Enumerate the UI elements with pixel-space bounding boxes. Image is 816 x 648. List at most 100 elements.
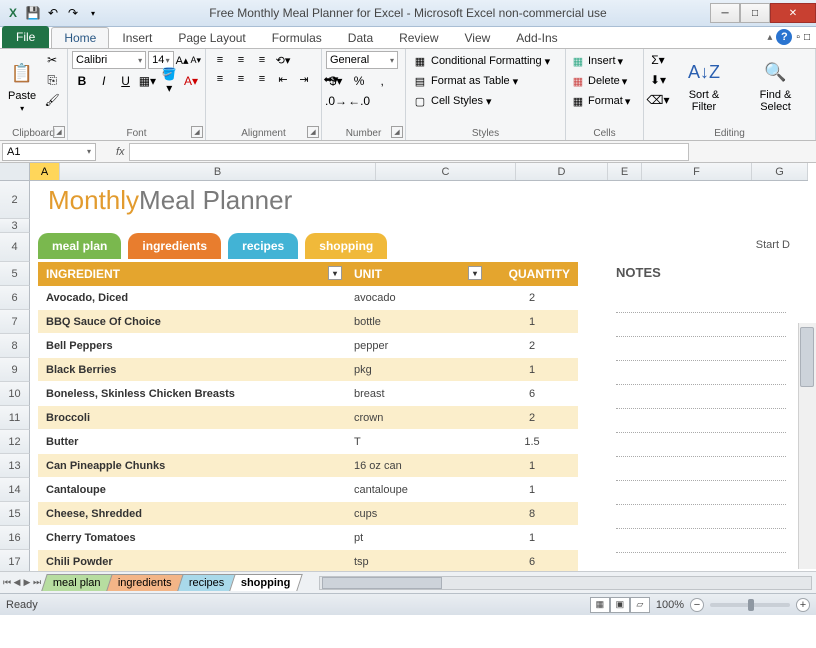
cell-ingredient[interactable]: Broccoli bbox=[38, 412, 346, 424]
align-left-icon[interactable]: ≡ bbox=[210, 70, 230, 88]
table-row[interactable]: Can Pineapple Chunks16 oz can1 bbox=[38, 454, 578, 478]
format-cell-button[interactable]: ▦Format ▾ bbox=[570, 91, 639, 111]
bold-button[interactable]: B bbox=[72, 71, 92, 91]
table-row[interactable]: Bell Pepperspepper2 bbox=[38, 334, 578, 358]
row-10[interactable]: 10 bbox=[0, 382, 30, 406]
cell-unit[interactable]: breast bbox=[346, 388, 486, 400]
minimize-button[interactable]: ─ bbox=[710, 3, 740, 23]
fx-label[interactable]: fx bbox=[116, 146, 125, 158]
currency-icon[interactable]: $▾ bbox=[326, 71, 346, 91]
alignment-launcher[interactable]: ◢ bbox=[307, 126, 319, 138]
header-quantity[interactable]: QUANTITY bbox=[486, 262, 578, 286]
row-4[interactable]: 4 bbox=[0, 233, 30, 262]
cell-unit[interactable]: avocado bbox=[346, 292, 486, 304]
col-A[interactable]: A bbox=[30, 163, 60, 180]
indent-dec-icon[interactable]: ⇤ bbox=[273, 70, 293, 88]
formulas-tab[interactable]: Formulas bbox=[259, 27, 335, 48]
close-button[interactable]: ✕ bbox=[770, 3, 816, 23]
cell-quantity[interactable]: 1 bbox=[486, 316, 578, 328]
row-12[interactable]: 12 bbox=[0, 430, 30, 454]
table-row[interactable]: Cheese, Shreddedcups8 bbox=[38, 502, 578, 526]
dec-decimal-icon[interactable]: ←.0 bbox=[349, 91, 369, 111]
cell-unit[interactable]: crown bbox=[346, 412, 486, 424]
table-row[interactable]: ButterT1.5 bbox=[38, 430, 578, 454]
clipboard-launcher[interactable]: ◢ bbox=[53, 126, 65, 138]
review-tab[interactable]: Review bbox=[386, 27, 451, 48]
cond-format-button[interactable]: ▦Conditional Formatting ▾ bbox=[410, 51, 561, 71]
undo-icon[interactable]: ↶ bbox=[44, 4, 62, 22]
row-3[interactable]: 3 bbox=[0, 219, 30, 233]
row-14[interactable]: 14 bbox=[0, 478, 30, 502]
cell-ingredient[interactable]: BBQ Sauce Of Choice bbox=[38, 316, 346, 328]
view-layout-icon[interactable]: ▣ bbox=[610, 597, 630, 613]
row-9[interactable]: 9 bbox=[0, 358, 30, 382]
insert-cell-button[interactable]: ▦Insert ▾ bbox=[570, 51, 639, 71]
cell-ingredient[interactable]: Cantaloupe bbox=[38, 484, 346, 496]
cell-ingredient[interactable]: Can Pineapple Chunks bbox=[38, 460, 346, 472]
view-tab[interactable]: View bbox=[452, 27, 504, 48]
cell-unit[interactable]: bottle bbox=[346, 316, 486, 328]
fill-icon[interactable]: ⬇▾ bbox=[648, 71, 668, 89]
row-6[interactable]: 6 bbox=[0, 286, 30, 310]
cell-ingredient[interactable]: Butter bbox=[38, 436, 346, 448]
vertical-scrollbar[interactable] bbox=[798, 323, 816, 569]
view-break-icon[interactable]: ▱ bbox=[630, 597, 650, 613]
redo-icon[interactable]: ↷ bbox=[64, 4, 82, 22]
delete-cell-button[interactable]: ▦Delete ▾ bbox=[570, 71, 639, 91]
sheet-tab-shop[interactable]: shopping bbox=[229, 574, 302, 591]
row-2[interactable]: 2 bbox=[0, 181, 30, 219]
col-B[interactable]: B bbox=[60, 163, 376, 180]
col-G[interactable]: G bbox=[752, 163, 808, 180]
cell-quantity[interactable]: 2 bbox=[486, 412, 578, 424]
autosum-icon[interactable]: Σ▾ bbox=[648, 51, 668, 69]
copy-icon[interactable]: ⎘ bbox=[42, 71, 62, 89]
cell-unit[interactable]: 16 oz can bbox=[346, 460, 486, 472]
sheet-nav-arrows[interactable]: ⏮◀▶⏭ bbox=[2, 577, 42, 588]
pagelayout-tab[interactable]: Page Layout bbox=[165, 27, 258, 48]
align-right-icon[interactable]: ≡ bbox=[252, 70, 272, 88]
cell-quantity[interactable]: 2 bbox=[486, 292, 578, 304]
cell-ingredient[interactable]: Cherry Tomatoes bbox=[38, 532, 346, 544]
cell-ingredient[interactable]: Boneless, Skinless Chicken Breasts bbox=[38, 388, 346, 400]
clear-icon[interactable]: ⌫▾ bbox=[648, 91, 668, 109]
select-all-corner[interactable] bbox=[0, 163, 30, 181]
format-painter-icon[interactable]: 🖌 bbox=[42, 91, 62, 109]
border-icon[interactable]: ▦▾ bbox=[137, 71, 157, 91]
name-box[interactable]: A1▾ bbox=[2, 143, 96, 161]
sheet-tab-meal[interactable]: meal plan bbox=[41, 574, 112, 591]
find-select-button[interactable]: 🔍 Find & Select bbox=[740, 51, 811, 121]
pill-shopping[interactable]: shopping bbox=[305, 233, 387, 259]
table-row[interactable]: Avocado, Dicedavocado2 bbox=[38, 286, 578, 310]
table-row[interactable]: Cantaloupecantaloupe1 bbox=[38, 478, 578, 502]
comma-icon[interactable]: , bbox=[372, 71, 392, 91]
filter-icon[interactable]: ▾ bbox=[468, 266, 482, 280]
format-table-button[interactable]: ▤Format as Table ▾ bbox=[410, 71, 561, 91]
formula-input[interactable] bbox=[129, 143, 689, 161]
cell-quantity[interactable]: 8 bbox=[486, 508, 578, 520]
cut-icon[interactable]: ✂ bbox=[42, 51, 62, 69]
cell-unit[interactable]: pkg bbox=[346, 364, 486, 376]
orientation-icon[interactable]: ⟲▾ bbox=[273, 51, 293, 69]
zoom-out-button[interactable]: − bbox=[690, 598, 704, 612]
cell-ingredient[interactable]: Chili Powder bbox=[38, 556, 346, 568]
maximize-button[interactable]: □ bbox=[740, 3, 770, 23]
filter-icon[interactable]: ▾ bbox=[328, 266, 342, 280]
col-F[interactable]: F bbox=[642, 163, 752, 180]
font-name-combo[interactable]: Calibri▾ bbox=[72, 51, 146, 69]
sheet-tab-rec[interactable]: recipes bbox=[177, 574, 236, 591]
shrink-font-icon[interactable]: A▾ bbox=[190, 55, 201, 66]
cell-unit[interactable]: pepper bbox=[346, 340, 486, 352]
file-tab[interactable]: File bbox=[2, 26, 49, 48]
header-unit[interactable]: UNIT▾ bbox=[346, 262, 486, 286]
cell-ingredient[interactable]: Black Berries bbox=[38, 364, 346, 376]
zoom-thumb[interactable] bbox=[748, 599, 754, 611]
cell-quantity[interactable]: 1.5 bbox=[486, 436, 578, 448]
pill-ingredients[interactable]: ingredients bbox=[128, 233, 221, 259]
zoom-slider[interactable] bbox=[710, 603, 790, 607]
help-icon[interactable]: ? bbox=[776, 29, 792, 45]
table-row[interactable]: Black Berriespkg1 bbox=[38, 358, 578, 382]
row-15[interactable]: 15 bbox=[0, 502, 30, 526]
cell-quantity[interactable]: 6 bbox=[486, 556, 578, 568]
row-7[interactable]: 7 bbox=[0, 310, 30, 334]
save-icon[interactable]: 💾 bbox=[24, 4, 42, 22]
